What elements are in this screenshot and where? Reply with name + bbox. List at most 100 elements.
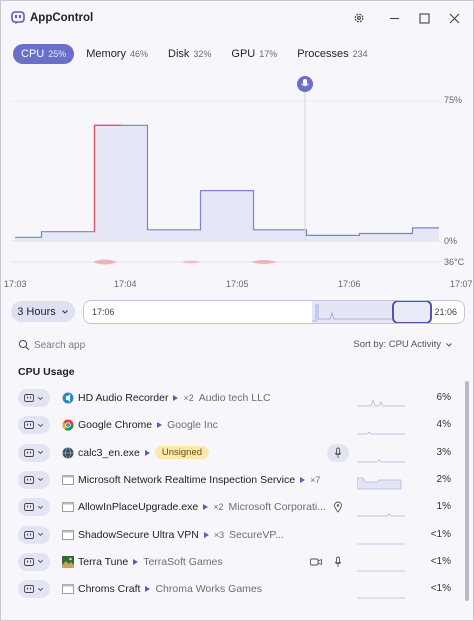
- scrubber-sparkline: [312, 304, 392, 322]
- chevron-down-icon: [446, 342, 452, 347]
- tab-cpu[interactable]: CPU 25%: [13, 44, 75, 64]
- chevron-down-icon: [38, 478, 43, 482]
- section-title: CPU Usage: [18, 366, 75, 378]
- tab-label: Memory: [86, 48, 126, 60]
- temperature-blip: [181, 260, 201, 264]
- close-button[interactable]: [444, 9, 464, 27]
- chevron-down-icon: [38, 423, 43, 427]
- chevron-down-icon: [38, 587, 43, 591]
- process-row[interactable]: HD Audio Recorder ×2 Audio tech LLC 6%: [1, 386, 465, 413]
- x-tick-label: 17:05: [226, 279, 249, 289]
- sort-dropdown[interactable]: Sort by: CPU Activity: [353, 339, 453, 350]
- microphone-marker[interactable]: [297, 76, 313, 92]
- process-cpu-percent: 3%: [436, 446, 451, 458]
- tab-label: GPU: [231, 48, 256, 60]
- camera-indicator[interactable]: [308, 553, 324, 571]
- process-row[interactable]: ShadowSecure Ultra VPN ×3 SecureVP... <1%: [1, 523, 465, 550]
- scrubber-start-label: 17:06: [92, 307, 115, 317]
- process-sparkline: [357, 543, 405, 544]
- chevron-down-icon: [38, 560, 43, 564]
- process-expand-button[interactable]: [18, 580, 50, 599]
- app-window-icon: [24, 448, 34, 457]
- process-expand-button[interactable]: [18, 389, 50, 407]
- app-window-icon: [24, 475, 34, 484]
- tab-gpu[interactable]: GPU 17%: [223, 44, 285, 64]
- process-info: ShadowSecure Ultra VPN ×3 SecureVP...: [78, 528, 284, 542]
- process-info: Microsoft Network Realtime Inspection Se…: [78, 473, 320, 487]
- window-app-icon: [62, 501, 74, 513]
- app-window-icon: [24, 557, 34, 566]
- tab-memory[interactable]: Memory 46%: [78, 44, 156, 64]
- tab-label: Disk: [168, 48, 190, 60]
- process-cpu-percent: 6%: [436, 392, 451, 403]
- process-publisher: Chroma Works Games: [155, 583, 263, 596]
- time-range-dropdown[interactable]: 3 Hours: [11, 301, 75, 322]
- tab-label: Processes: [297, 48, 349, 60]
- tab-label: CPU: [21, 48, 45, 60]
- tab-value: 17%: [259, 49, 278, 59]
- process-info: HD Audio Recorder ×2 Audio tech LLC: [78, 391, 271, 405]
- process-publisher: Audio tech LLC: [198, 392, 271, 404]
- app-window-icon: [24, 394, 34, 402]
- play-arrow-icon: [173, 395, 179, 401]
- process-row[interactable]: Chroms Craft Chroma Works Games <1%: [1, 577, 465, 604]
- process-expand-button[interactable]: [18, 443, 50, 462]
- process-row[interactable]: calc3_en.exe Unsigned 3%: [1, 441, 465, 468]
- process-name: Google Chrome: [78, 419, 153, 432]
- app-logo-icon: [11, 11, 25, 25]
- process-sparkline: [357, 570, 405, 572]
- process-info: AllowInPlaceUpgrade.exe ×2 Microsoft Corpo…: [78, 500, 326, 514]
- play-arrow-icon: [133, 558, 139, 565]
- process-sparkline: [357, 431, 405, 435]
- app-window: AppControl CPU 25% Memory 46% Disk 32% G…: [0, 0, 474, 621]
- minimize-button[interactable]: [384, 9, 404, 27]
- process-instance-count: ×2: [213, 502, 224, 513]
- timeline-scrubber[interactable]: 17:06 21:06: [83, 300, 465, 324]
- sort-label: Sort by: CPU Activity: [353, 339, 441, 350]
- process-expand-button[interactable]: [18, 470, 50, 489]
- search-input[interactable]: [34, 337, 194, 353]
- scrubber-handle[interactable]: [392, 301, 432, 323]
- gear-icon: [354, 13, 364, 23]
- process-row[interactable]: Terra Tune TerraSoft Games <1%: [1, 550, 465, 577]
- process-name: AllowInPlaceUpgrade.exe: [78, 501, 199, 514]
- process-row[interactable]: AllowInPlaceUpgrade.exe ×2 Microsoft Corpo…: [1, 495, 465, 522]
- process-cpu-percent: <1%: [430, 583, 451, 595]
- search-icon: [18, 339, 30, 351]
- chrome-icon: [62, 419, 74, 431]
- process-expand-button[interactable]: [18, 416, 50, 435]
- process-row[interactable]: Microsoft Network Realtime Inspection Se…: [1, 468, 465, 495]
- play-arrow-icon: [157, 422, 163, 429]
- process-sparkline: [357, 477, 402, 490]
- process-expand-button[interactable]: [18, 498, 50, 517]
- location-icon: [334, 501, 342, 513]
- microphone-icon: [334, 447, 342, 458]
- x-tick-label: 17:03: [4, 279, 27, 289]
- app-window-icon: [24, 421, 34, 430]
- temperature-blip: [93, 259, 117, 265]
- settings-button[interactable]: [349, 9, 369, 27]
- tab-disk[interactable]: Disk 32%: [160, 44, 219, 64]
- scrollbar[interactable]: [465, 381, 469, 601]
- process-publisher: TerraSoft Games: [143, 555, 223, 568]
- process-cpu-percent: 4%: [436, 419, 451, 431]
- x-tick-label: 17:07: [450, 279, 473, 289]
- process-instance-count: ×2: [183, 393, 194, 403]
- location-indicator[interactable]: [330, 498, 346, 516]
- maximize-button[interactable]: [414, 9, 434, 27]
- play-arrow-icon: [144, 449, 150, 456]
- process-row[interactable]: Google Chrome Google Inc 4%: [1, 413, 465, 440]
- microphone-indicator[interactable]: [330, 553, 346, 571]
- microphone-indicator[interactable]: [327, 443, 349, 462]
- tab-processes[interactable]: Processes 234: [289, 44, 375, 64]
- process-expand-button[interactable]: [18, 525, 50, 544]
- process-name: Terra Tune: [78, 555, 129, 568]
- chevron-down-icon: [38, 532, 43, 536]
- process-expand-button[interactable]: [18, 552, 50, 571]
- chevron-down-icon: [38, 505, 43, 509]
- time-range-label: 3 Hours: [17, 305, 56, 318]
- terra-tune-icon: [62, 555, 74, 568]
- camera-icon: [310, 558, 322, 566]
- play-arrow-icon: [145, 586, 151, 593]
- microphone-icon: [334, 556, 342, 567]
